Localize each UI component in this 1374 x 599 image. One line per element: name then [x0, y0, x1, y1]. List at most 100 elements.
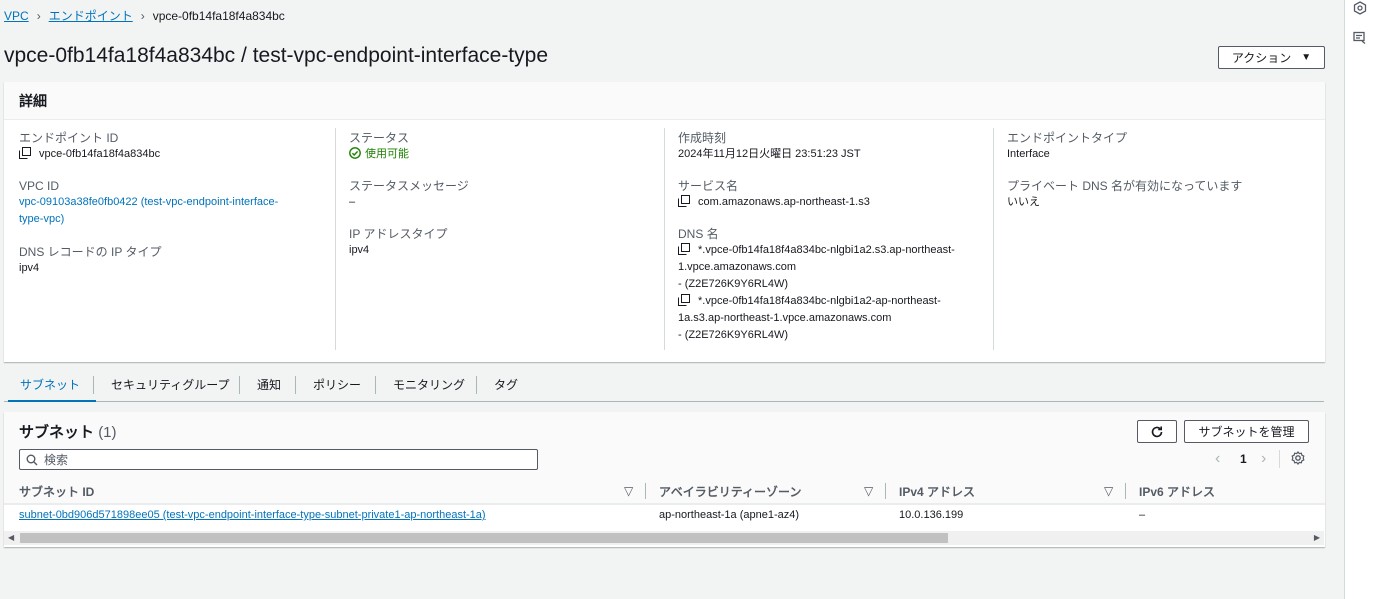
search-input[interactable]: [44, 452, 524, 467]
tab-divider: [239, 376, 240, 394]
details-header: 詳細: [4, 82, 1325, 120]
dns1-line1: *.vpce-0fb14fa18f4a834bc-nlgbi1a2.s3.ap-…: [698, 244, 955, 256]
status-value: 使用可能: [365, 148, 409, 160]
subnet-id-link[interactable]: subnet-0bd906d571898ee05 (test-vpc-endpo…: [19, 509, 486, 521]
copy-icon[interactable]: [678, 243, 690, 255]
rail-info-icon[interactable]: [1353, 1, 1367, 15]
sort-icon[interactable]: ▽: [1104, 484, 1116, 498]
tab-divider: [93, 376, 94, 394]
chevron-right-icon[interactable]: ›: [1261, 450, 1266, 468]
dns-name-1: *.vpce-0fb14fa18f4a834bc-nlgbi1a2.s3.ap-…: [678, 242, 985, 293]
subnets-panel: [4, 412, 1325, 547]
manage-subnets-button[interactable]: サブネットを管理: [1184, 420, 1309, 443]
dns-name-2: *.vpce-0fb14fa18f4a834bc-nlgbi1a2-ap-nor…: [678, 293, 985, 344]
page-title: vpce-0fb14fa18f4a834bc / test-vpc-endpoi…: [4, 44, 549, 67]
endpoint-type-label: エンドポイントタイプ: [1007, 131, 1128, 145]
status-ok-icon: [349, 147, 361, 159]
scroll-right-arrow[interactable]: ▶: [1314, 533, 1320, 542]
copy-icon[interactable]: [19, 147, 31, 159]
column-header-subnet-id[interactable]: サブネット ID: [19, 483, 94, 500]
chevron-right-icon: ›: [140, 8, 145, 23]
column-divider[interactable]: [885, 483, 886, 499]
details-column-1: エンドポイント ID vpce-0fb14fa18f4a834bc VPC ID…: [3, 128, 335, 350]
vpc-id-link[interactable]: vpc-09103a38fe0fb0422 (test-vpc-endpoint…: [19, 194, 327, 228]
subnets-heading: サブネット (1): [19, 421, 117, 442]
status-label: ステータス: [349, 131, 410, 145]
subnet-ipv4: 10.0.136.199: [899, 509, 964, 521]
horizontal-scrollbar[interactable]: ◀ ▶: [4, 531, 1324, 545]
breadcrumb-endpoints-link[interactable]: エンドポイント: [49, 7, 133, 24]
private-dns-label: プライベート DNS 名が有効になっています: [1007, 179, 1243, 193]
settings-icon[interactable]: [1291, 451, 1305, 465]
subnets-title: サブネット: [19, 424, 95, 441]
copy-icon[interactable]: [678, 195, 690, 207]
status-message-label: ステータスメッセージ: [349, 179, 469, 193]
search-icon: [26, 454, 38, 465]
column-divider[interactable]: [645, 483, 646, 499]
endpoint-type-value: Interface: [1007, 148, 1050, 160]
private-dns-value: いいえ: [1007, 196, 1040, 208]
actions-label: アクション: [1231, 51, 1292, 65]
created-label: 作成時刻: [678, 131, 727, 145]
breadcrumb-current: vpce-0fb14fa18f4a834bc: [152, 8, 285, 23]
tab-notifications[interactable]: 通知: [257, 376, 281, 393]
created-value: 2024年11月12日火曜日 23:51:23 JST: [678, 148, 861, 160]
dns1-line2: 1.vpce.amazonaws.com: [678, 261, 796, 273]
subnet-ipv6: –: [1139, 509, 1146, 521]
caret-down-icon: ▼: [1301, 52, 1312, 63]
pager-divider: [1279, 450, 1280, 468]
copy-icon[interactable]: [678, 294, 690, 306]
column-header-ipv6[interactable]: IPv6 アドレス: [1139, 483, 1215, 500]
dns2-line1: *.vpce-0fb14fa18f4a834bc-nlgbi1a2-ap-nor…: [698, 295, 941, 307]
header-divider: [4, 504, 1325, 505]
endpoint-id-value: vpce-0fb14fa18f4a834bc: [39, 148, 161, 160]
vpc-id-line2: type-vpc): [19, 213, 65, 225]
dns2-line2: 1a.s3.ap-northeast-1.vpce.amazonaws.com: [678, 312, 892, 324]
details-title: 詳細: [19, 93, 47, 109]
rail-feedback-icon[interactable]: [1353, 31, 1367, 45]
vpc-id-label: VPC ID: [19, 179, 60, 193]
scrollbar-thumb[interactable]: [20, 533, 948, 543]
refresh-button[interactable]: [1137, 420, 1177, 443]
details-column-2: ステータス 使用可能 ステータスメッセージ – IP アドレスタイプ ipv4: [335, 128, 664, 350]
tab-monitoring[interactable]: モニタリング: [393, 376, 465, 393]
tab-security-groups[interactable]: セキュリティグループ: [111, 376, 230, 393]
subnets-count: (1): [98, 424, 117, 441]
actions-button[interactable]: アクション ▼: [1218, 46, 1325, 69]
service-name-value: com.amazonaws.ap-northeast-1.s3: [698, 196, 870, 208]
active-tab-indicator: [8, 400, 96, 402]
details-column-4: エンドポイントタイプ Interface プライベート DNS 名が有効になって…: [993, 128, 1323, 350]
scroll-left-arrow[interactable]: ◀: [8, 533, 14, 542]
ip-address-type-value: ipv4: [349, 244, 370, 256]
column-header-az[interactable]: アベイラビリティーゾーン: [659, 483, 801, 500]
column-divider[interactable]: [1125, 483, 1126, 499]
right-tool-rail: [1344, 0, 1374, 599]
status-message-value: –: [349, 196, 356, 208]
breadcrumb-vpc-link[interactable]: VPC: [4, 9, 29, 23]
tab-tags[interactable]: タグ: [494, 376, 518, 393]
dns-ip-type-label: DNS レコードの IP タイプ: [19, 245, 162, 259]
dns-name-label: DNS 名: [678, 227, 719, 241]
tab-divider: [476, 376, 477, 394]
details-column-3: 作成時刻 2024年11月12日火曜日 23:51:23 JST サービス名 c…: [664, 128, 993, 350]
service-name-label: サービス名: [678, 179, 739, 193]
refresh-icon: [1151, 426, 1163, 437]
dns-ip-type-value: ipv4: [19, 262, 40, 274]
tab-divider: [375, 376, 376, 394]
tab-subnets[interactable]: サブネット: [20, 376, 80, 393]
column-header-ipv4[interactable]: IPv4 アドレス: [899, 483, 975, 500]
page-number[interactable]: 1: [1240, 452, 1247, 466]
sort-icon[interactable]: ▽: [624, 484, 636, 498]
chevron-right-icon: ›: [36, 8, 41, 23]
endpoint-id-label: エンドポイント ID: [19, 131, 119, 145]
dns1-line3: - (Z2E726K9Y6RL4W): [678, 278, 789, 290]
chevron-left-icon[interactable]: ‹: [1215, 450, 1220, 468]
sort-icon[interactable]: ▽: [864, 484, 876, 498]
tab-policy[interactable]: ポリシー: [313, 376, 361, 393]
subnet-az: ap-northeast-1a (apne1-az4): [659, 509, 800, 521]
main-content: VPC › エンドポイント › vpce-0fb14fa18f4a834bc v…: [0, 0, 1340, 599]
tab-divider: [295, 376, 296, 394]
search-field[interactable]: [19, 449, 538, 470]
detail-tabs: サブネット セキュリティグループ 通知 ポリシー モニタリング タグ: [4, 372, 1324, 402]
ip-address-type-label: IP アドレスタイプ: [349, 227, 448, 241]
